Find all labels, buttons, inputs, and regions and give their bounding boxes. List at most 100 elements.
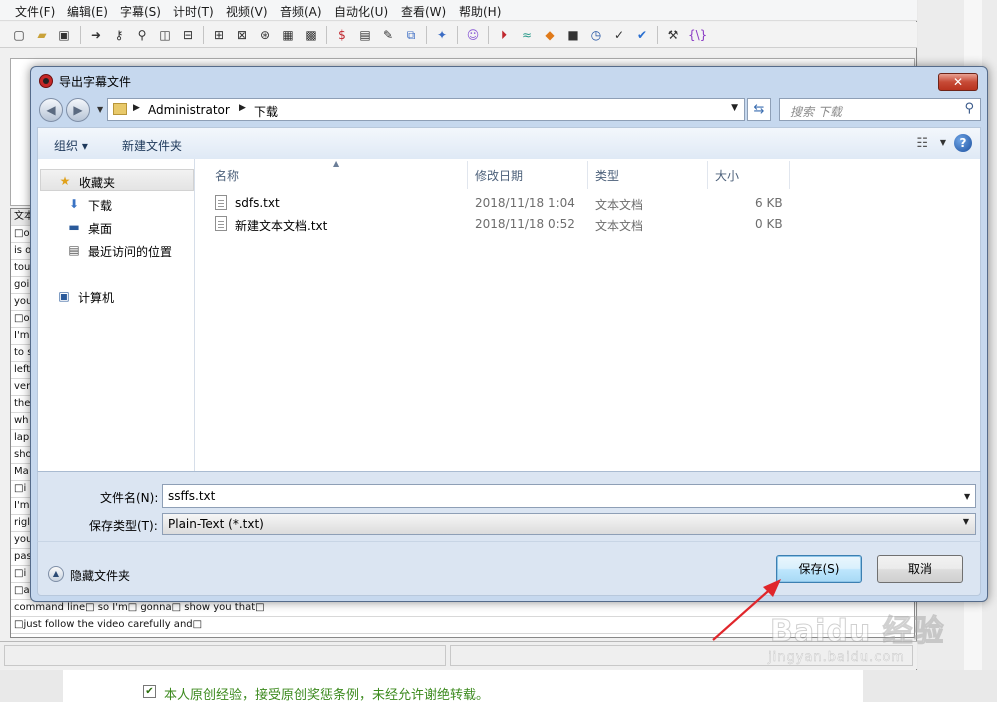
breadcrumb-arrow-icon[interactable]: ▶ [239,103,246,113]
new-folder-button[interactable]: 新建文件夹 [122,137,182,154]
fish-icon[interactable]: ◆ [542,27,558,43]
attachment-icon[interactable]: ⊟ [180,27,196,43]
address-bar[interactable]: ▶ Administrator ▶ 下载 ▼ [107,98,745,121]
recent-places-icon: ▤ [68,243,80,257]
filename-label: 文件名(N): [100,491,159,505]
forward-arrow-icon[interactable]: ▶ [66,98,90,122]
key-icon[interactable]: ⚷ [111,27,127,43]
original-checkbox[interactable]: ✔ [143,685,156,698]
new-file-icon[interactable]: ▢ [11,27,27,43]
video-film-icon[interactable]: ▦ [280,27,296,43]
watermark-logo: Baidu 经验 [770,614,945,650]
check-icon[interactable]: ✔ [634,27,650,43]
menu-automation[interactable]: 自动化(U) [334,3,388,20]
menu-subtitle[interactable]: 字幕(S) [120,3,161,20]
column-name[interactable]: 名称 [215,167,239,184]
column-type[interactable]: 类型 [595,167,619,184]
open-folder-icon[interactable]: ▰ [34,27,50,43]
nav-computer-label: 计算机 [78,291,115,305]
properties-icon[interactable]: ⊞ [211,27,227,43]
menu-video[interactable]: 视频(V) [226,3,268,20]
toolbar: ▢ ▰ ▣ ➜ ⚷ ⚲ ◫ ⊟ ⊞ ⊠ ⊛ ▦ ▩ $ ▤ ✎ ⧉ ✦ ☺ ⏵ … [0,22,917,48]
menu-bar: 文件(F) 编辑(E) 字幕(S) 计时(T) 视频(V) 音频(A) 自动化(… [0,0,917,21]
nav-computer[interactable]: ▣ 计算机 [38,285,194,307]
nav-favorites[interactable]: ★ 收藏夹 [40,169,194,191]
view-dropdown-icon[interactable]: ▼ [940,138,946,147]
clock-icon[interactable]: ◷ [588,27,604,43]
search-input[interactable]: 搜索 下载 ⚲ [779,98,981,121]
column-date-modified[interactable]: 修改日期 [475,167,523,184]
nav-desktop-label: 桌面 [88,222,113,236]
tags-icon[interactable]: {\} [688,27,707,43]
filetype-select[interactable]: Plain-Text (*.txt) ▼ [162,513,976,535]
breadcrumb-downloads[interactable]: 下载 [254,103,278,120]
original-statement: 本人原创经验，接受原创奖惩条例，未经允许谢绝转载。 [164,688,490,702]
arrow-icon[interactable]: ➜ [88,27,104,43]
automation-icon[interactable]: ✦ [434,27,450,43]
column-size[interactable]: 大小 [715,167,739,184]
close-button[interactable]: ✕ [938,73,978,91]
fonts-icon[interactable]: ⊠ [234,27,250,43]
nav-favorites-label: 收藏夹 [79,176,116,190]
organize-button[interactable]: 组织 ▾ [54,137,88,154]
baidu-watermark: Baidu 经验 jingyan.baidu.com [760,596,960,676]
back-arrow-icon[interactable]: ◀ [39,98,63,122]
face-icon[interactable]: ☺ [465,27,481,43]
menu-file[interactable]: 文件(F) [15,3,55,20]
resample-icon[interactable]: ✎ [380,27,396,43]
file-type: 文本文档 [595,219,644,233]
menu-help[interactable]: 帮助(H) [459,3,501,20]
status-segment [4,645,446,666]
search-icon[interactable]: ⚲ [964,101,974,116]
video-open-icon[interactable]: ⊛ [257,27,273,43]
refresh-icon[interactable]: ⇆ [747,98,771,121]
sort-ascending-icon: ▲ [333,159,340,168]
desktop-icon: ▬ [68,220,80,234]
menu-audio[interactable]: 音频(A) [280,3,322,20]
view-options-icon[interactable]: ☷ [916,136,928,151]
navigation-pane: ★ 收藏夹 ⬇ 下载 ▬ 桌面 ▤ 最近访问的位置 ▣ 计算机 [37,159,195,471]
video-jump-icon[interactable]: ▩ [303,27,319,43]
collapse-up-icon[interactable]: ▲ [48,566,64,582]
app-logo-icon [39,74,53,88]
filename-field[interactable] [162,484,976,508]
file-date: 2018/11/18 1:04 [475,196,575,210]
shift-times-icon[interactable]: $ [334,27,350,43]
tools-icon[interactable]: ⚒ [665,27,681,43]
file-row[interactable]: 新建文本文档.txt 2018/11/18 0:52 文本文档 0 KB [195,214,795,235]
file-list: ▲ 名称 修改日期 类型 大小 sdfs.txt 2018/11/18 1:04… [195,159,981,471]
file-name: 新建文本文档.txt [235,219,328,233]
wave-icon[interactable]: ≈ [519,27,535,43]
dialog-button-area: ▲ 隐藏文件夹 保存(S) 取消 [37,541,981,596]
export-subtitle-dialog: 导出字幕文件 ✕ ◀ ▶ ▼ ▶ Administrator ▶ 下载 ▼ ⇆ … [30,66,988,602]
history-dropdown-icon[interactable]: ▼ [97,105,103,114]
styles-manager-icon[interactable]: ▤ [357,27,373,43]
nav-desktop[interactable]: ▬ 桌面 [38,216,194,238]
nav-recent[interactable]: ▤ 最近访问的位置 [38,239,194,261]
menu-timing[interactable]: 计时(T) [173,3,214,20]
cancel-button[interactable]: 取消 [877,555,963,583]
filetype-dropdown-icon: ▼ [962,517,969,526]
menu-view[interactable]: 查看(W) [401,3,446,20]
file-row[interactable]: sdfs.txt 2018/11/18 1:04 文本文档 6 KB [195,193,795,214]
breadcrumb-arrow-icon[interactable]: ▶ [133,103,140,113]
menu-edit[interactable]: 编辑(E) [67,3,108,20]
timing-icon[interactable]: ⏵ [496,27,512,43]
filename-dropdown-icon[interactable]: ▼ [964,492,970,501]
stop-icon[interactable]: ■ [565,27,581,43]
dialog-title: 导出字幕文件 [59,75,132,89]
nav-downloads-label: 下载 [88,199,113,213]
translation-icon[interactable]: ⧉ [403,27,419,43]
search-key-icon[interactable]: ⚲ [134,27,150,43]
help-icon[interactable]: ? [954,134,972,152]
style-icon[interactable]: ◫ [157,27,173,43]
save-disk-icon[interactable]: ▣ [56,27,72,43]
file-type: 文本文档 [595,198,644,212]
breadcrumb-administrator[interactable]: Administrator [148,103,230,117]
nav-downloads[interactable]: ⬇ 下载 [38,193,194,215]
spellcheck-icon[interactable]: ✓ [611,27,627,43]
save-button[interactable]: 保存(S) [776,555,862,583]
file-size: 0 KB [755,217,783,231]
hide-folders-button[interactable]: 隐藏文件夹 [70,567,130,584]
address-dropdown-icon[interactable]: ▼ [731,103,738,113]
